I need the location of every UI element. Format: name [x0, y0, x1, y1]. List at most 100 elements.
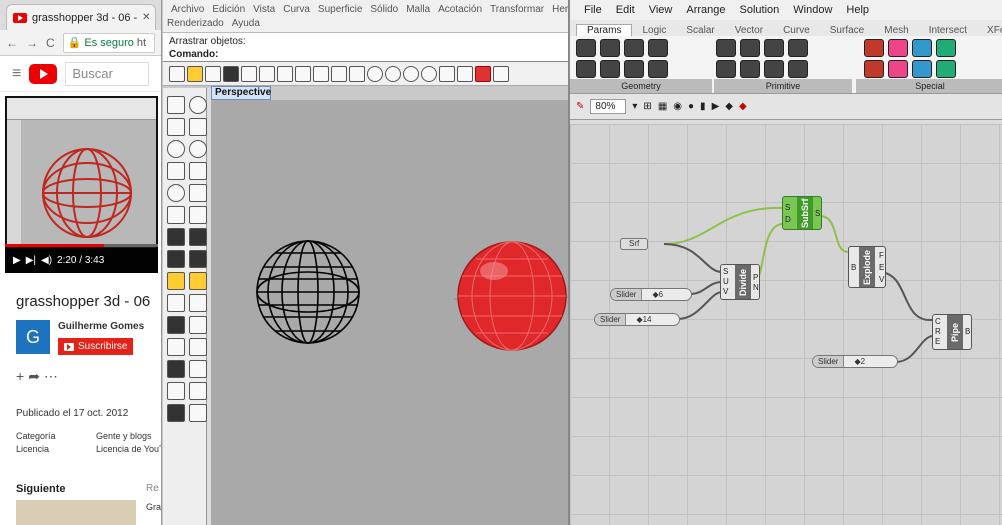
gh-tabs-item[interactable]: Vector — [725, 25, 773, 36]
param-icon[interactable] — [624, 60, 644, 78]
port-p[interactable]: P — [753, 273, 758, 283]
arc-icon[interactable] — [189, 140, 207, 158]
boolean-icon[interactable] — [189, 272, 207, 290]
pan-icon[interactable] — [331, 65, 347, 82]
port-e[interactable]: E — [879, 263, 884, 273]
port-e[interactable]: E — [935, 337, 940, 347]
command-area[interactable]: Arrastrar objetos: Comando: — [163, 32, 568, 62]
channel-name[interactable]: Guilherme Gomes — [58, 321, 144, 332]
polygon-icon[interactable] — [189, 162, 207, 180]
port-b[interactable]: B — [851, 263, 856, 273]
undo-icon[interactable] — [313, 65, 329, 82]
gh-tabs-item[interactable]: Curve — [773, 25, 820, 36]
fillet-icon[interactable] — [189, 184, 207, 202]
run-icon[interactable]: ▶ — [712, 101, 720, 112]
zoom-extents-icon[interactable] — [403, 65, 419, 82]
settings-icon[interactable] — [189, 404, 207, 422]
port-r[interactable]: R — [935, 327, 941, 337]
viewport-tab[interactable]: Perspective — [211, 86, 271, 100]
rhino-menu-item[interactable]: Archivo — [167, 4, 208, 15]
analyze-icon[interactable] — [189, 316, 207, 334]
cylinder-icon[interactable] — [167, 250, 185, 268]
panel-icon[interactable] — [888, 39, 908, 57]
explode-component[interactable]: B Explode F E V — [848, 246, 886, 288]
explode-icon[interactable] — [189, 338, 207, 356]
open-icon[interactable] — [187, 65, 203, 82]
save-icon[interactable] — [205, 65, 221, 82]
move-icon[interactable] — [167, 294, 185, 312]
param-icon[interactable] — [600, 39, 620, 57]
gh-tabs-item[interactable]: XForm — [977, 25, 1002, 36]
solid-sphere-icon[interactable] — [189, 228, 207, 246]
gradient-icon[interactable] — [912, 39, 932, 57]
group-icon[interactable] — [167, 316, 185, 334]
car-icon[interactable] — [475, 65, 491, 82]
param-icon[interactable] — [624, 39, 644, 57]
cut-icon[interactable] — [259, 65, 275, 82]
param-icon[interactable] — [740, 60, 760, 78]
slider-value[interactable]: ◆2 — [844, 357, 865, 366]
ribbon-group-geometry[interactable]: Geometry — [570, 79, 712, 93]
gh-menu-item[interactable]: Solution — [734, 4, 788, 16]
search-input[interactable]: Buscar — [65, 61, 149, 86]
command-prompt[interactable]: Comando: — [169, 48, 562, 61]
gh-menu-item[interactable]: File — [578, 4, 610, 16]
forward-button[interactable]: → — [26, 36, 38, 50]
wire-icon[interactable]: ▮ — [700, 101, 706, 112]
param-icon[interactable] — [576, 39, 596, 57]
number-slider-radius[interactable]: Slider ◆2 — [812, 355, 898, 368]
meta-value[interactable]: Licencia de YouT — [96, 443, 161, 456]
param-icon[interactable] — [764, 60, 784, 78]
zoom-selected-icon[interactable] — [421, 65, 437, 82]
video-player[interactable]: ▶ ▶| ◀) 2:20 / 3:43 — [5, 96, 158, 273]
number-slider-v[interactable]: Slider ◆14 — [594, 313, 680, 326]
rhino-menu2-item[interactable]: Ayuda — [232, 18, 260, 32]
youtube-logo-icon[interactable] — [29, 63, 58, 84]
gh-menu-item[interactable]: View — [643, 4, 681, 16]
rhino-menu-item[interactable]: Curva — [279, 4, 314, 15]
slider-value[interactable]: ◆14 — [626, 315, 651, 324]
subscribe-button[interactable]: Suscribirse — [58, 338, 134, 355]
gh-menu-item[interactable]: Edit — [610, 4, 643, 16]
image-icon[interactable] — [936, 60, 956, 78]
gh-menu-item[interactable]: Arrange — [680, 4, 733, 16]
ribbon-group-special[interactable]: Special — [856, 79, 1002, 93]
layout-icon[interactable] — [167, 382, 185, 400]
rhino-menu-item[interactable]: Vista — [249, 4, 279, 15]
param-icon[interactable] — [716, 39, 736, 57]
param-icon[interactable] — [648, 39, 668, 57]
paste-icon[interactable] — [295, 65, 311, 82]
param-icon[interactable] — [740, 39, 760, 57]
viewport-grid-icon[interactable] — [457, 65, 473, 82]
rhino-menu2-item[interactable]: Renderizado — [167, 18, 224, 32]
zoom-icon[interactable] — [367, 65, 383, 82]
perspective-viewport[interactable] — [211, 100, 568, 525]
slider-icon[interactable] — [864, 39, 884, 57]
zoom-field[interactable]: 80% — [590, 99, 627, 114]
param-icon[interactable] — [788, 60, 808, 78]
print-icon[interactable] — [223, 65, 239, 82]
toggle-icon[interactable] — [864, 60, 884, 78]
circle-icon[interactable] — [167, 140, 185, 158]
port-s[interactable]: S — [723, 267, 728, 277]
port-s[interactable]: S — [785, 203, 790, 213]
gh-menu-item[interactable]: Help — [840, 4, 877, 16]
param-icon[interactable] — [576, 60, 596, 78]
mesh-icon[interactable] — [189, 250, 207, 268]
frame-icon[interactable]: ⊞ — [643, 101, 651, 112]
port-n[interactable]: N — [753, 283, 759, 293]
port-f[interactable]: F — [879, 251, 884, 261]
zoom-dropdown-icon[interactable]: ▾ — [632, 101, 637, 112]
zoom-window-icon[interactable] — [385, 65, 401, 82]
more-icon[interactable]: ⋯ — [44, 368, 62, 384]
browser-tab[interactable]: grasshopper 3d - 06 - ✕ — [6, 4, 156, 30]
rhino-menu-item[interactable]: Edición — [208, 4, 249, 15]
subsrf-component[interactable]: S D SubSrf S — [782, 196, 822, 230]
copy-icon[interactable] — [277, 65, 293, 82]
surface-icon[interactable] — [167, 206, 185, 224]
divide-component[interactable]: S U V Divide P N — [720, 264, 760, 300]
gh-menu-item[interactable]: Window — [787, 4, 840, 16]
curve-icon[interactable] — [189, 118, 207, 136]
rhino-menu-item[interactable]: Acotación — [434, 4, 486, 15]
param-icon[interactable] — [648, 60, 668, 78]
